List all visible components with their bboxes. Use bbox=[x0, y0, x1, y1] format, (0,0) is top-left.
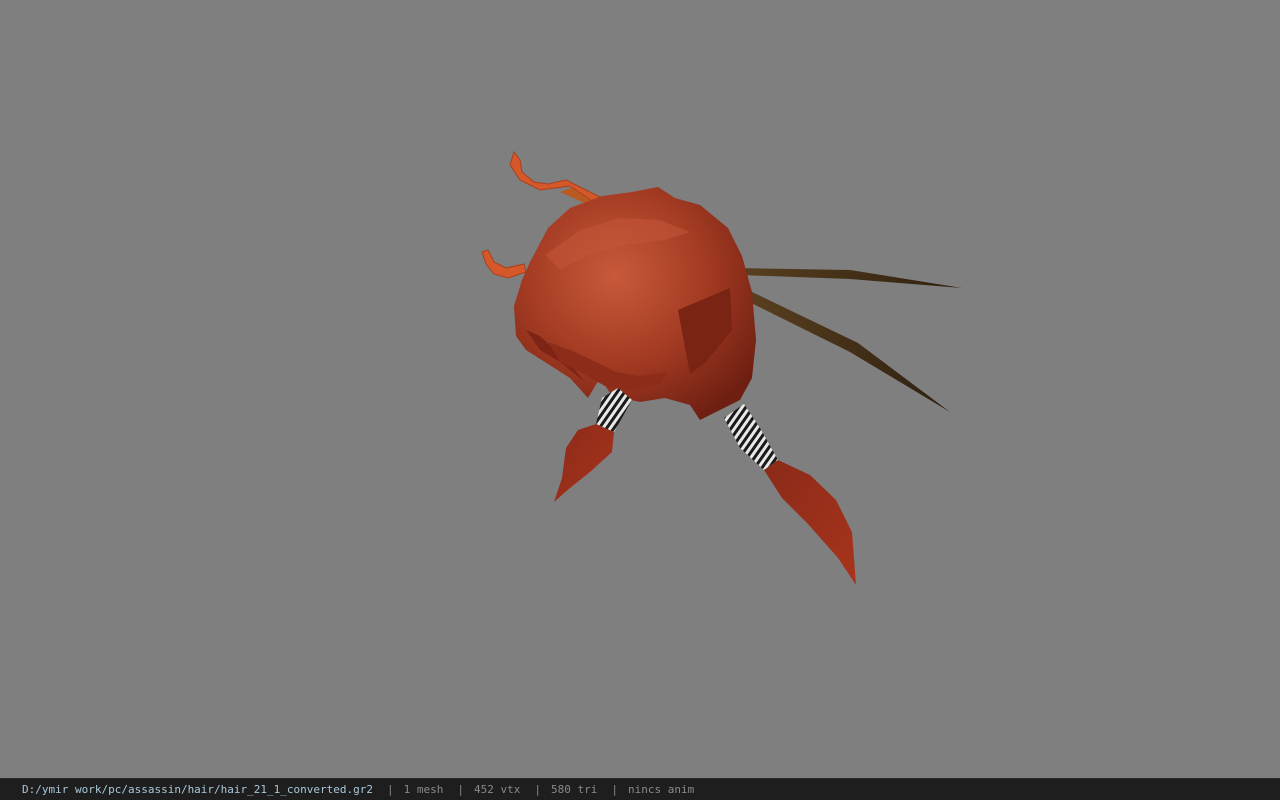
separator: | bbox=[457, 783, 464, 796]
3d-viewport[interactable] bbox=[0, 0, 1280, 778]
mesh-count: 1 mesh bbox=[403, 783, 444, 796]
braid-right bbox=[724, 404, 856, 585]
hairpin-side bbox=[481, 249, 527, 279]
vertex-count: 452 vtx bbox=[474, 783, 521, 796]
status-bar: D:/ymir work/pc/assassin/hair/hair_21_1_… bbox=[0, 778, 1280, 800]
braid-right-ribbon bbox=[724, 404, 778, 470]
chopstick-lower bbox=[745, 290, 950, 412]
separator: | bbox=[534, 783, 541, 796]
anim-status: nincs anim bbox=[627, 783, 695, 796]
hair-model bbox=[481, 150, 962, 585]
chopstick-upper bbox=[735, 268, 962, 288]
hairpin-top bbox=[509, 150, 603, 206]
separator: | bbox=[611, 783, 618, 796]
braid-left bbox=[554, 388, 632, 502]
separator: | bbox=[387, 783, 394, 796]
hair-bun bbox=[514, 187, 756, 420]
braid-right-tail bbox=[764, 460, 856, 585]
braid-left-tail bbox=[554, 424, 614, 502]
file-path: D:/ymir work/pc/assassin/hair/hair_21_1_… bbox=[22, 783, 373, 796]
triangle-count: 580 tri bbox=[550, 783, 598, 796]
